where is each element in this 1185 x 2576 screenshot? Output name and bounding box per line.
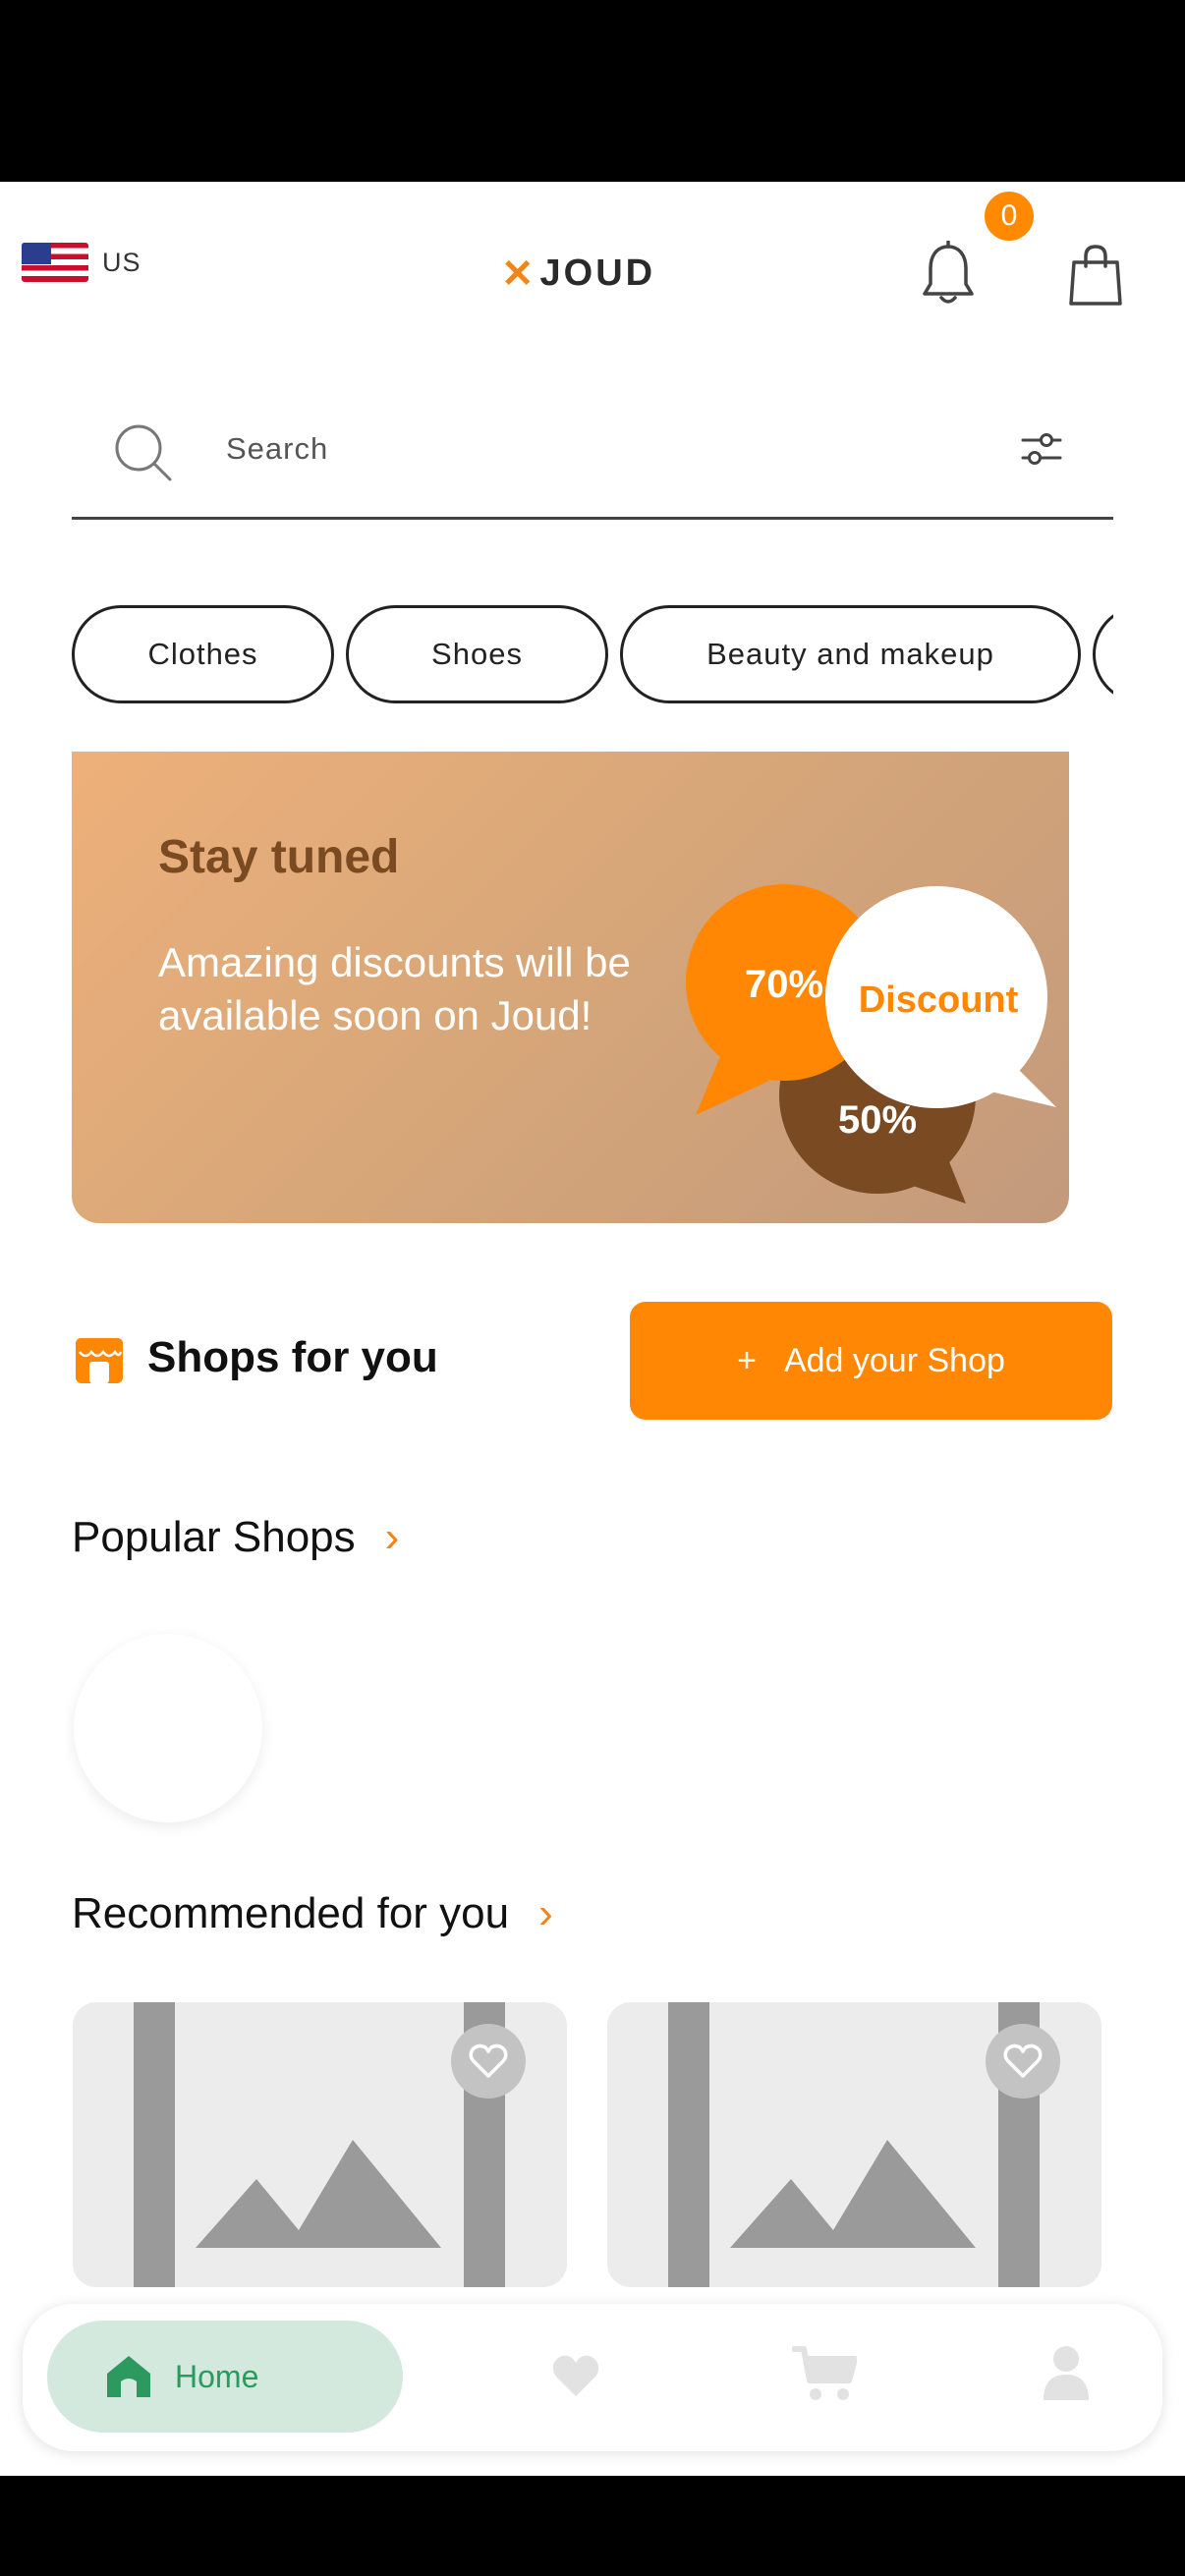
logo-mark-icon: ✕ — [501, 252, 535, 296]
product-card[interactable] — [607, 2002, 1101, 2287]
promo-banner[interactable]: Stay tuned Amazing discounts will be ava… — [72, 752, 1069, 1223]
app-logo: ✕ JOUD — [501, 252, 655, 295]
product-card[interactable] — [73, 2002, 567, 2287]
nav-home[interactable]: Home — [47, 2321, 403, 2433]
logo-text: JOUD — [539, 252, 656, 294]
add-shop-label: Add your Shop — [783, 1341, 1005, 1379]
recommended-header[interactable]: Recommended for you › — [72, 1889, 553, 1938]
recommended-title: Recommended for you — [72, 1889, 510, 1937]
chip-clothes[interactable]: Clothes — [72, 605, 334, 703]
favorite-button[interactable] — [451, 2024, 526, 2099]
bottom-navigation: Home — [23, 2304, 1162, 2451]
shops-for-you-title: Shops for you — [147, 1333, 438, 1381]
category-chips: Clothes Shoes Beauty and makeup — [72, 605, 1113, 709]
bubble-50-label: 50% — [838, 1098, 917, 1142]
popular-shops-title: Popular Shops — [72, 1513, 356, 1561]
shop-avatar[interactable] — [74, 1634, 262, 1822]
nav-home-label: Home — [175, 2358, 259, 2394]
home-icon — [107, 2356, 150, 2397]
banner-text: Amazing discounts will be available soon… — [158, 939, 631, 1038]
search-bar — [72, 393, 1113, 520]
profile-icon[interactable] — [1042, 2343, 1091, 2402]
bell-icon[interactable] — [919, 241, 978, 309]
plus-icon: + — [737, 1341, 757, 1379]
chip-more[interactable] — [1093, 605, 1113, 703]
image-placeholder-icon — [196, 2140, 441, 2248]
locale-label: US — [102, 247, 141, 277]
filter-icon[interactable] — [1017, 424, 1066, 474]
shopping-bag-icon[interactable] — [1066, 243, 1125, 308]
cart-icon[interactable] — [792, 2345, 857, 2404]
heart-icon — [469, 2044, 508, 2078]
heart-icon[interactable] — [551, 2353, 600, 2398]
search-input[interactable] — [224, 430, 975, 468]
heart-icon — [1003, 2044, 1043, 2078]
chevron-right-icon: › — [538, 1889, 553, 1937]
image-placeholder-icon — [730, 2140, 976, 2248]
banner-title: Stay tuned — [158, 831, 400, 883]
chip-beauty-and-makeup[interactable]: Beauty and makeup — [620, 605, 1081, 703]
discount-bubbles-illustration: 70% Discount 50% — [686, 884, 1056, 1204]
app-screen: US ✕ JOUD 0 Clothes Shoes Beauty and mak… — [0, 182, 1185, 2476]
favorite-button[interactable] — [986, 2024, 1060, 2099]
locale-selector[interactable]: US — [22, 243, 141, 282]
add-shop-button[interactable]: + Add your Shop — [630, 1302, 1112, 1420]
search-icon — [115, 424, 172, 481]
bubble-discount-label: Discount — [859, 980, 1019, 1021]
chip-shoes[interactable]: Shoes — [346, 605, 608, 703]
us-flag-icon — [22, 243, 88, 282]
popular-shops-header[interactable]: Popular Shops › — [72, 1513, 399, 1562]
chevron-right-icon: › — [384, 1513, 400, 1561]
cart-count-badge: 0 — [985, 192, 1034, 241]
store-icon — [76, 1338, 123, 1383]
bubble-70-label: 70% — [745, 963, 823, 1006]
